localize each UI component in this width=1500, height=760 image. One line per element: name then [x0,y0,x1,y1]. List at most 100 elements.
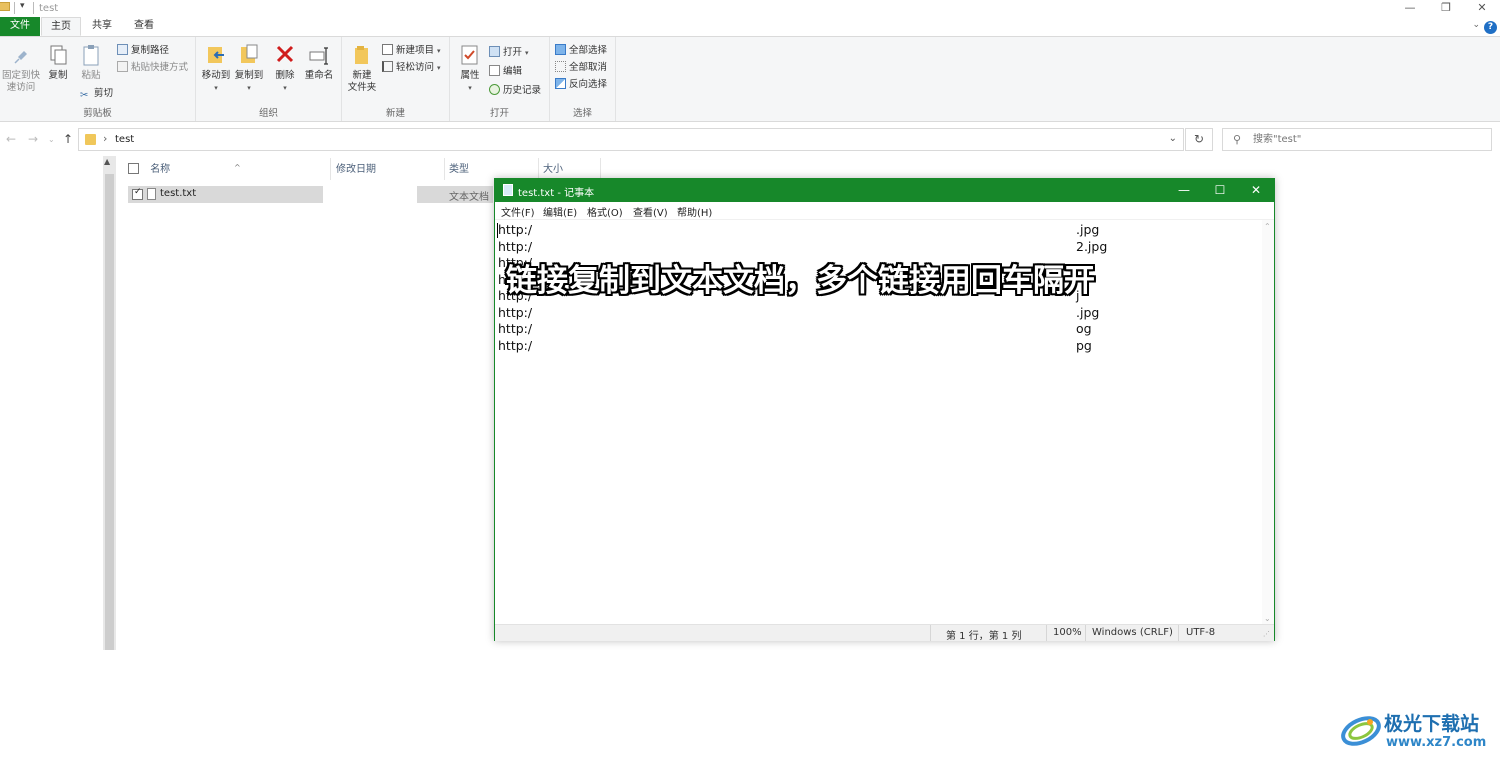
navigation-pane-scrollbar[interactable]: ▲ [103,156,116,650]
menu-format[interactable]: 格式(O) [587,204,623,219]
paste-shortcut-button[interactable]: 粘贴快捷方式 [117,60,188,75]
invert-selection-button[interactable]: 反向选择 [555,77,607,92]
pin-label-2: 速访问 [6,82,36,93]
tab-home[interactable]: 主页 [41,17,81,36]
move-to-button[interactable]: 移动到 ▾ [200,43,232,94]
chevron-down-icon[interactable]: ⌄ [1169,133,1177,144]
chevron-down-icon: ▾ [214,84,218,92]
minimize-button[interactable]: — [1166,179,1202,202]
select-none-label: 全部取消 [569,62,608,73]
new-folder-label-2: 文件夹 [347,82,377,93]
menu-edit[interactable]: 编辑(E) [543,204,577,219]
copy-path-button[interactable]: 复制路径 [117,43,169,58]
text-line-end: og [1076,321,1092,336]
minimize-button[interactable]: — [1392,0,1428,17]
up-arrow-icon[interactable]: ↑ [63,132,73,146]
new-folder-label-1: 新建 [352,70,372,81]
back-arrow-icon[interactable]: ← [6,132,16,146]
cursor-position: 第 1 行，第 1 列 [946,631,1022,642]
recent-locations-dropdown[interactable]: ⌄ [48,135,55,144]
new-item-button[interactable]: 新建项目 ▾ [382,43,441,58]
easy-access-label: 轻松访问 [396,62,435,73]
close-button[interactable]: ✕ [1238,179,1274,202]
rename-button[interactable]: 重命名 [302,43,336,82]
notepad-vertical-scrollbar[interactable]: ⌃ ⌄ [1262,220,1274,625]
column-divider[interactable] [330,158,331,180]
quick-access-dropdown[interactable]: ▾ [20,1,25,11]
file-type-cell[interactable]: 文本文档 [417,186,493,203]
text-file-icon [147,188,156,200]
select-all-checkbox[interactable] [128,163,139,174]
tutorial-caption: 链接复制到文本文档，多个链接用回车隔开 [506,263,1095,299]
column-header-name[interactable]: 名称 ^ [128,161,328,181]
address-path[interactable]: test [115,134,134,145]
line-ending: Windows (CRLF) [1092,627,1173,638]
history-button[interactable]: 历史记录 [489,83,541,98]
ribbon-tabs: 文件 主页 共享 查看 ⌄ ? [0,17,1500,36]
open-button[interactable]: 打开 ▾ [489,45,529,60]
cut-button[interactable]: ✂ 剪切 [80,86,113,101]
scroll-down-icon[interactable]: ⌄ [1264,614,1271,623]
edit-button[interactable]: 编辑 [489,64,522,79]
move-to-label: 移动到 [201,70,231,81]
file-type: 文本文档 [449,192,489,203]
ribbon-collapse-icon[interactable]: ⌄ [1472,20,1480,30]
copy-to-button[interactable]: 复制到 ▾ [233,43,265,94]
easy-access-button[interactable]: 轻松访问 ▾ [382,60,441,75]
column-divider[interactable] [538,158,539,180]
file-name[interactable]: test.txt [160,188,196,199]
restore-button[interactable]: ❐ [1428,0,1464,17]
tab-share[interactable]: 共享 [82,17,122,36]
file-row[interactable]: test.txt [128,186,323,203]
copy-to-label: 复制到 [234,70,264,81]
open-icon [489,46,500,57]
new-item-label: 新建项目 [396,45,435,56]
folder-icon [0,2,10,11]
ribbon: 固定到快 速访问 复制 粘贴 复制路径 粘贴快捷方式 ✂ 剪切 剪贴板 移动到 ▾ [0,36,1500,122]
chevron-down-icon: ▾ [437,47,441,55]
chevron-right-icon[interactable]: › [103,132,107,145]
refresh-button[interactable]: ↻ [1185,128,1213,151]
resize-grip-icon[interactable]: ⋰ [1263,630,1270,638]
help-icon[interactable]: ? [1484,21,1497,34]
new-folder-button[interactable]: 新建 文件夹 [344,43,380,94]
search-box[interactable]: ⚲ [1222,128,1492,151]
paste-button[interactable]: 粘贴 [76,43,106,82]
paste-shortcut-icon [117,61,128,72]
clipboard-icon [83,45,99,66]
select-all-button[interactable]: 全部选择 [555,43,607,58]
delete-button[interactable]: 删除 ▾ [272,43,298,94]
navigation-bar: ← → ⌄ ↑ › test ⌄ ↻ ⚲ [0,123,1500,156]
column-divider[interactable] [444,158,445,180]
clipboard-group: 固定到快 速访问 复制 粘贴 复制路径 粘贴快捷方式 ✂ 剪切 剪贴板 [0,37,196,121]
copy-path-label: 复制路径 [131,45,170,56]
menu-file[interactable]: 文件(F) [501,204,535,219]
copy-to-icon [241,44,258,63]
menu-help[interactable]: 帮助(H) [677,204,712,219]
address-bar[interactable]: › test ⌄ [78,128,1184,151]
close-button[interactable]: ✕ [1464,0,1500,17]
scroll-up-icon[interactable]: ▲ [104,157,110,166]
column-divider[interactable] [600,158,601,180]
row-checkbox[interactable] [132,187,143,200]
menu-view[interactable]: 查看(V) [633,204,668,219]
tab-view[interactable]: 查看 [124,17,164,36]
pin-to-quick-access-button[interactable]: 固定到快 速访问 [2,43,40,94]
tab-file[interactable]: 文件 [0,17,40,36]
scissors-icon: ✂ [80,90,89,101]
notepad-title-bar[interactable]: test.txt - 记事本 — ☐ ✕ [495,179,1274,202]
forward-arrow-icon[interactable]: → [28,132,38,146]
rename-icon [309,47,328,65]
notepad-title: test.txt - 记事本 [518,188,595,199]
select-none-button[interactable]: 全部取消 [555,60,607,75]
properties-button[interactable]: 属性 ▾ [456,43,484,94]
scroll-up-icon[interactable]: ⌃ [1264,222,1271,231]
aurora-logo-icon [1341,716,1381,746]
search-input[interactable] [1253,132,1483,147]
divider [33,2,34,14]
edit-icon [489,65,500,76]
maximize-button[interactable]: ☐ [1202,179,1238,202]
copy-button[interactable]: 复制 [44,43,72,82]
scrollbar-thumb[interactable] [105,174,114,650]
column-header-date[interactable]: 修改日期 [336,161,436,181]
